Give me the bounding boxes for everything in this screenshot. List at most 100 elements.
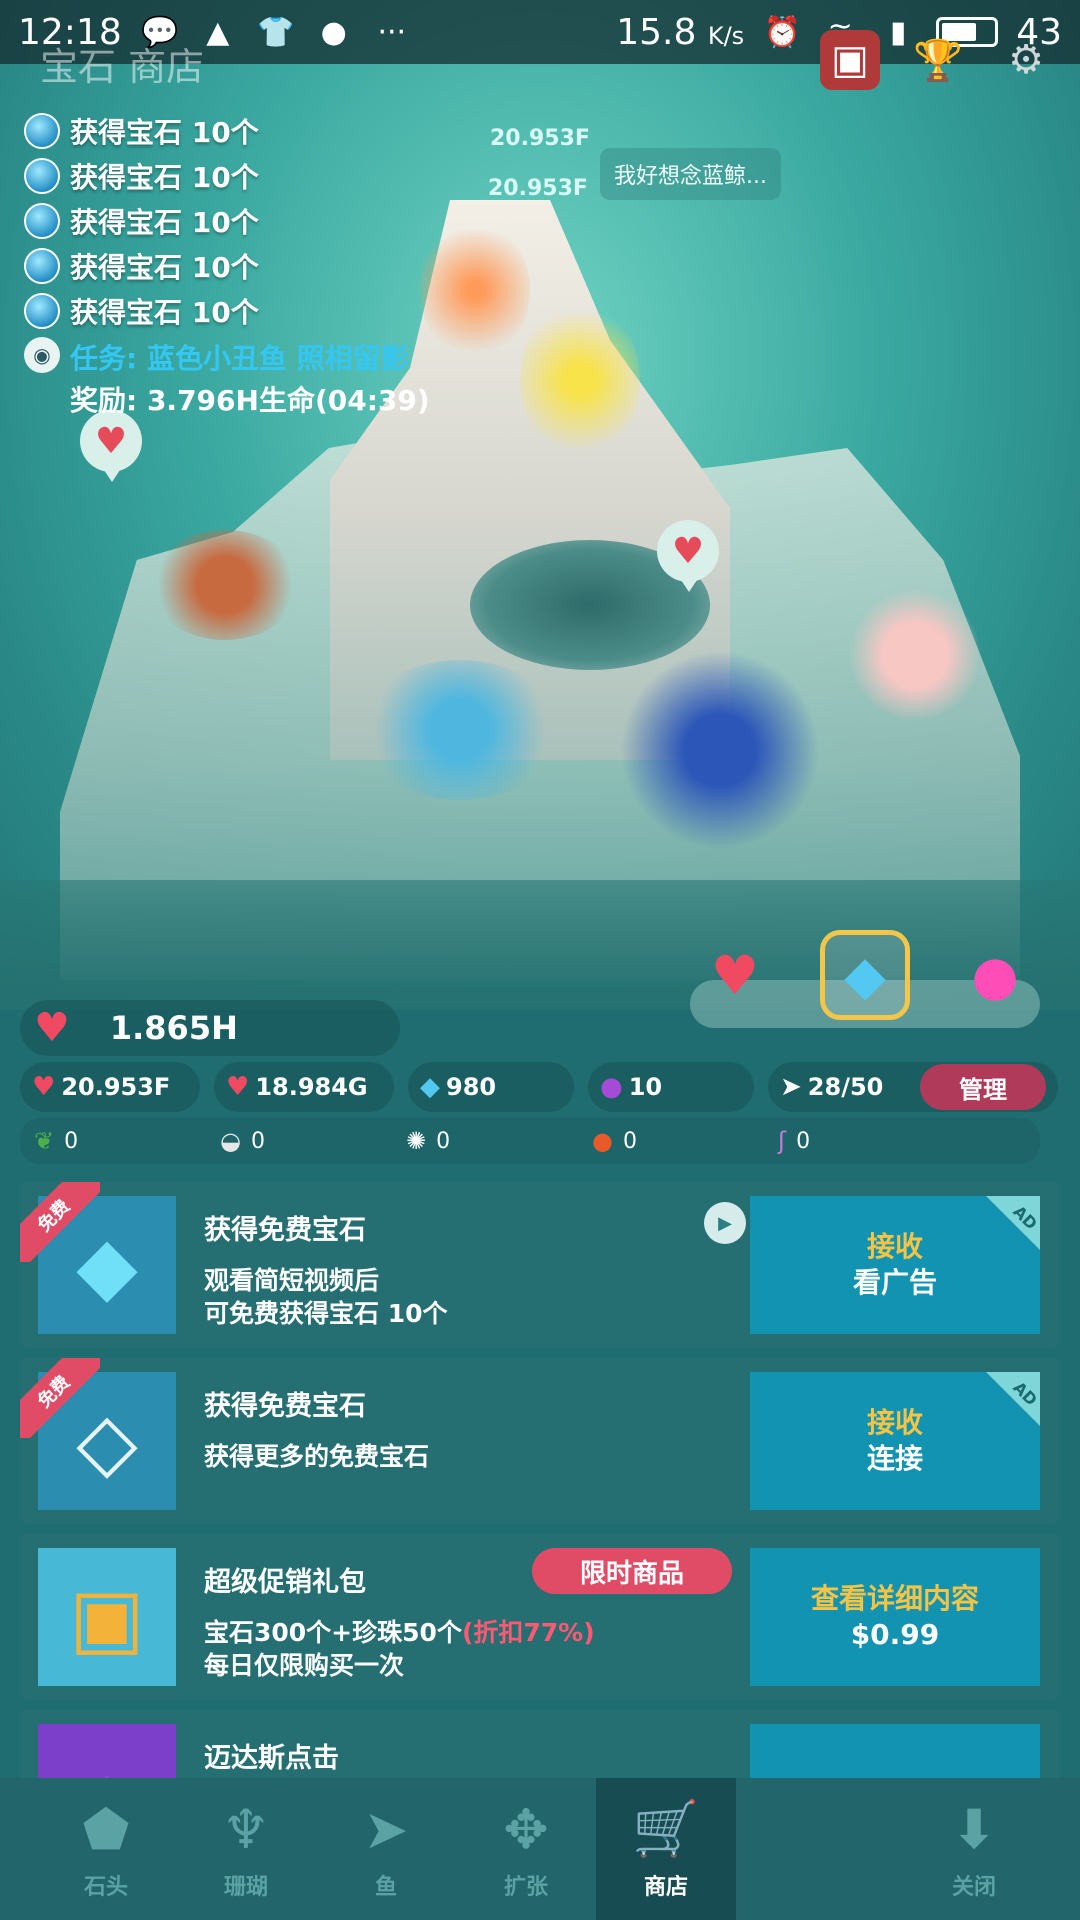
material-row: ❦ 0 ◒ 0 ✺ 0 ● 0 ʃ0 (20, 1118, 1040, 1164)
receive-connect-button[interactable]: 接收 连接 AD (750, 1372, 1041, 1510)
log-item: 获得宝石 10个 (24, 198, 430, 243)
mission-title: 任务: 蓝色小丑鱼 照相留影 (70, 342, 409, 375)
heart-timer-icon: ♥ (226, 1072, 250, 1102)
page-title: 宝石 商店 (40, 45, 205, 89)
log-item: 获得宝石 10个 (24, 108, 430, 153)
stats-panel: ♥ 1.865H ♥ 20.953F ♥ 18.984G ◆ 980 ● 10 ➤ 28/… (20, 1000, 1060, 1170)
shop-item-title: 获得免费宝石 (204, 1391, 366, 1422)
log-item: 获得宝石 10个 (24, 288, 430, 333)
play-icon[interactable]: ▶ (704, 1202, 746, 1244)
mission-reward: 奖励: 3.796H生命(04:39) (70, 384, 430, 417)
album-icon[interactable]: ▣ (820, 30, 880, 90)
nav-fish[interactable]: ➤ 鱼 (316, 1778, 456, 1920)
shop-item-desc: 观看简短视频后 可免费获得宝石 10个 (204, 1266, 448, 1328)
free-ribbon: 免费 (20, 1358, 100, 1438)
treasure-chest-icon: ▣ (69, 1570, 145, 1664)
orange-coral (420, 220, 530, 360)
gear-icon[interactable]: ⚙ (996, 30, 1056, 90)
pearl-icon: ● (600, 1072, 623, 1102)
gem-stat: ◆ 980 (408, 1062, 574, 1112)
close-down-icon: ⬇ (951, 1797, 997, 1861)
gem-icon (24, 202, 60, 239)
avatar-icon: ● (320, 14, 347, 50)
more-icon: ··· (377, 14, 407, 50)
blue-coral-left (360, 660, 560, 800)
resource-row: ♥ 20.953F ♥ 18.984G ◆ 980 ● 10 ➤ 28/50 管理 (20, 1062, 1060, 1112)
bottom-nav: ⬟ 石头 ♆ 珊瑚 ➤ 鱼 ✥ 扩张 🛒 商店 ⬇ 关闭 (0, 1778, 1080, 1920)
seahorse-stat: ʃ0 (778, 1127, 811, 1155)
seaweed-stat: ❦ 0 (34, 1127, 79, 1155)
shop-item-free-gems-ad: ◆ 免费 获得免费宝石 ▶ 观看简短视频后 可免费获得宝石 10个 接收 看广告… (20, 1182, 1060, 1348)
fish-icon: ➤ (363, 1797, 409, 1861)
crab-stat: ● 0 (592, 1127, 637, 1155)
shop-item-midas-tap: ✦ 迈达斯点击 (20, 1710, 1060, 1782)
log-item: 获得宝石 10个 (24, 243, 430, 288)
network-speed: 15.8 K/s (616, 11, 745, 53)
log-item: 获得宝石 10个 (24, 153, 430, 198)
shop-item-title: 超级促销礼包 (204, 1567, 366, 1598)
pink-anemone (850, 590, 980, 720)
shop-item-desc: 获得更多的免费宝石 (204, 1442, 430, 1471)
trophy-icon[interactable]: 🏆 (908, 30, 968, 90)
receive-watch-ad-button[interactable]: 接收 看广告 AD (750, 1196, 1041, 1334)
shop-item-desc: 宝石300个+珍珠50个(折扣77%) 每日仅限购买一次 (204, 1618, 595, 1680)
free-ribbon: 免费 (20, 1182, 100, 1262)
tap-life-stat: ♥ 20.953F (20, 1062, 200, 1112)
shell-icon: ◒ (220, 1127, 241, 1155)
shell-stat: ◒ 0 (220, 1127, 265, 1155)
seahorse-icon: ʃ (778, 1127, 787, 1155)
fish-stat: ➤ 28/50 管理 (768, 1062, 1058, 1112)
heart-tap-icon: ♥ (32, 1072, 56, 1102)
clam-shell (150, 530, 300, 640)
nav-coral[interactable]: ♆ 珊瑚 (176, 1778, 316, 1920)
treasure-chest-thumbnail: ▣ (38, 1548, 176, 1686)
heart-bubble-icon[interactable]: ♥ (80, 410, 142, 482)
ad-badge: AD (986, 1196, 1041, 1250)
camera-icon[interactable]: ◉ (24, 337, 60, 373)
midas-thumbnail: ✦ (38, 1724, 176, 1782)
nav-expand[interactable]: ✥ 扩张 (456, 1778, 596, 1920)
mission[interactable]: ◉ 任务: 蓝色小丑鱼 照相留影 奖励: 3.796H生命(04:39) (24, 337, 430, 419)
cart-icon: 🛒 (632, 1797, 700, 1860)
limited-badge: 限时商品 (532, 1548, 732, 1594)
crab-icon: ● (592, 1127, 613, 1155)
urchin-icon: ✺ (406, 1127, 427, 1155)
gem-icon (24, 292, 60, 329)
gem-icon (24, 112, 60, 149)
floating-life-value: 20.953F (490, 126, 590, 151)
auto-life-stat: ♥ 18.984G (214, 1062, 394, 1112)
shop-item-super-sale: ▣ 超级促销礼包 限时商品 宝石300个+珍珠50个(折扣77%) 每日仅限购买… (20, 1534, 1060, 1700)
event-log: 获得宝石 10个 获得宝石 10个 获得宝石 10个 获得宝石 10个 获得宝石… (24, 108, 430, 419)
life-counter: ♥ 1.865H (20, 1000, 400, 1056)
nav-stone[interactable]: ⬟ 石头 (36, 1778, 176, 1920)
nav-close[interactable]: ⬇ 关闭 (904, 1778, 1044, 1920)
heart-icon: ♥ (34, 1005, 70, 1051)
shop-item-title: 获得免费宝石 (204, 1215, 366, 1246)
stone-icon: ⬟ (82, 1797, 130, 1861)
fish-icon: ➤ (780, 1072, 802, 1102)
shirt-icon: 👕 (257, 14, 295, 50)
alarm-icon: ⏰ (763, 14, 801, 50)
pearl-stat: ● 10 (588, 1062, 754, 1112)
fish-speech-bubble: 我好想念蓝鲸... (600, 148, 781, 200)
expand-icon: ✥ (503, 1797, 549, 1861)
gem-icon (24, 157, 60, 194)
nav-shop[interactable]: 🛒 商店 (596, 1778, 736, 1920)
top-right-toolbar: ▣ 🏆 ⚙ (820, 30, 1056, 90)
shop-item-free-gems-link: ◇ 免费 获得免费宝石 获得更多的免费宝石 接收 连接 AD (20, 1358, 1060, 1524)
ad-badge: AD (986, 1372, 1041, 1426)
seaweed-icon: ❦ (34, 1127, 55, 1155)
shop-list[interactable]: ◆ 免费 获得免费宝石 ▶ 观看简短视频后 可免费获得宝石 10个 接收 看广告… (20, 1182, 1060, 1782)
heart-bubble-icon[interactable]: ♥ (657, 520, 719, 592)
yellow-coral (520, 300, 640, 460)
urchin-stat: ✺ 0 (406, 1127, 451, 1155)
shop-item-title: 迈达斯点击 (204, 1743, 339, 1774)
manage-button[interactable]: 管理 (920, 1064, 1046, 1110)
midas-buy-button[interactable] (750, 1724, 1040, 1782)
coral-icon: ♆ (221, 1797, 271, 1861)
view-details-button[interactable]: 查看详细内容 $0.99 (750, 1548, 1040, 1686)
floating-life-value: 20.953F (488, 176, 588, 201)
blue-coral-right (620, 650, 820, 850)
gem-icon (24, 247, 60, 284)
gem-icon: ◆ (420, 1072, 440, 1102)
